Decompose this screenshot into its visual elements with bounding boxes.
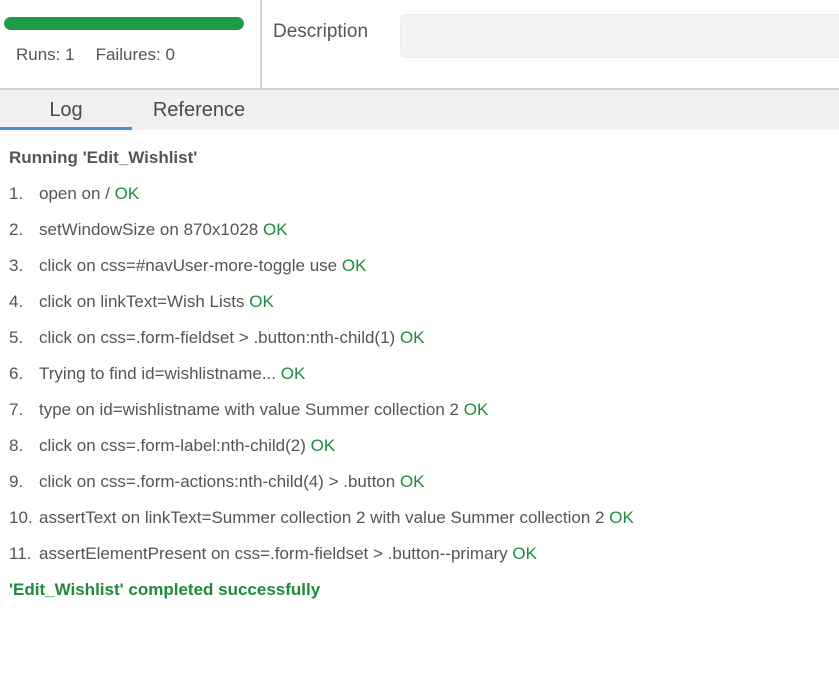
run-progress-bar [4,17,244,30]
log-entry: 7. type on id=wishlistname with value Sum… [9,398,829,434]
log-entry-number: 2. [9,220,24,239]
log-entry-command: setWindowSize on 870x1028 [39,220,259,239]
test-runner-header: Runs: 1 Failures: 0 Description [0,0,839,90]
log-entry: 11. assertElementPresent on css=.form-fie… [9,542,829,578]
log-entry-command: Trying to find id=wishlistname... [39,364,276,383]
description-field[interactable] [400,14,839,58]
log-entry-number: 7. [9,400,24,419]
log-entry-status: OK [114,184,140,203]
log-entries: 1. open on / OK 2. setWindowSize on 870x102… [9,182,829,578]
tab-reference[interactable]: Reference [132,90,266,130]
failures-count: Failures: 0 [95,45,175,64]
log-entry-number: 11. [9,544,32,563]
log-entry-number: 4. [9,292,24,311]
log-entry-number: 9. [9,472,24,491]
log-entry: 9. click on css=.form-actions:nth-child(4… [9,470,829,506]
log-entry-command: assertText on linkText=Summer collection… [39,508,605,527]
log-entry-number: 6. [9,364,24,383]
log-entry-number: 5. [9,328,24,347]
log-entry: 5. click on css=.form-fieldset > .button:… [9,326,829,362]
log-entry-status: OK [310,436,336,455]
log-entry: 6. Trying to find id=wishlistname... OK [9,362,829,398]
run-progress-fill [4,17,244,30]
run-counts: Runs: 1 Failures: 0 [16,45,175,65]
log-entry-status: OK [512,544,537,563]
log-output: Running 'Edit_Wishlist' 1. open on / OK 2.… [9,146,829,614]
log-entry: 2. setWindowSize on 870x1028 OK [9,218,829,254]
log-entry-status: OK [463,400,489,419]
runner-status-panel: Runs: 1 Failures: 0 [0,0,262,88]
log-entry-status: OK [262,220,288,239]
log-entry-command: open on / [39,184,110,203]
log-entry-command: click on css=#navUser-more-toggle use [39,256,338,275]
log-completed-message: 'Edit_Wishlist' completed successfully [9,580,321,599]
log-entry-number: 3. [9,256,24,275]
log-entry-command: click on css=.form-fieldset > .button:nt… [39,328,396,347]
log-entry-status: OK [399,472,425,491]
runs-count: Runs: 1 [16,45,75,64]
log-entry: 8. click on css=.form-label:nth-child(2) … [9,434,829,470]
log-entry: 10. assertText on linkText=Summer collect… [9,506,829,542]
log-entry: 4. click on linkText=Wish Lists OK [9,290,829,326]
log-entry: 1. open on / OK [9,182,829,218]
log-entry-status: OK [249,292,274,311]
log-entry-command: click on css=.form-actions:nth-child(4) … [39,472,396,491]
log-entry-command: click on linkText=Wish Lists [39,292,245,311]
log-entry-command: assertElementPresent on css=.form-fields… [39,544,508,563]
log-entry-status: OK [280,364,306,383]
log-entry-command: type on id=wishlistname with value Summe… [39,400,460,419]
console-tab-bar: Log Reference [0,90,839,130]
log-entry-status: OK [399,328,425,347]
log-entry: 3. click on css=#navUser-more-toggle use … [9,254,829,290]
log-entry-status: OK [341,256,367,275]
log-entry-number: 8. [9,436,24,455]
description-label: Description [273,21,369,42]
log-running-header: Running 'Edit_Wishlist' [9,148,198,167]
tab-log[interactable]: Log [0,90,132,130]
log-entry-number: 1. [9,184,24,203]
log-entry-command: click on css=.form-label:nth-child(2) [39,436,306,455]
log-entry-status: OK [609,508,634,527]
log-entry-number: 10. [9,508,33,527]
